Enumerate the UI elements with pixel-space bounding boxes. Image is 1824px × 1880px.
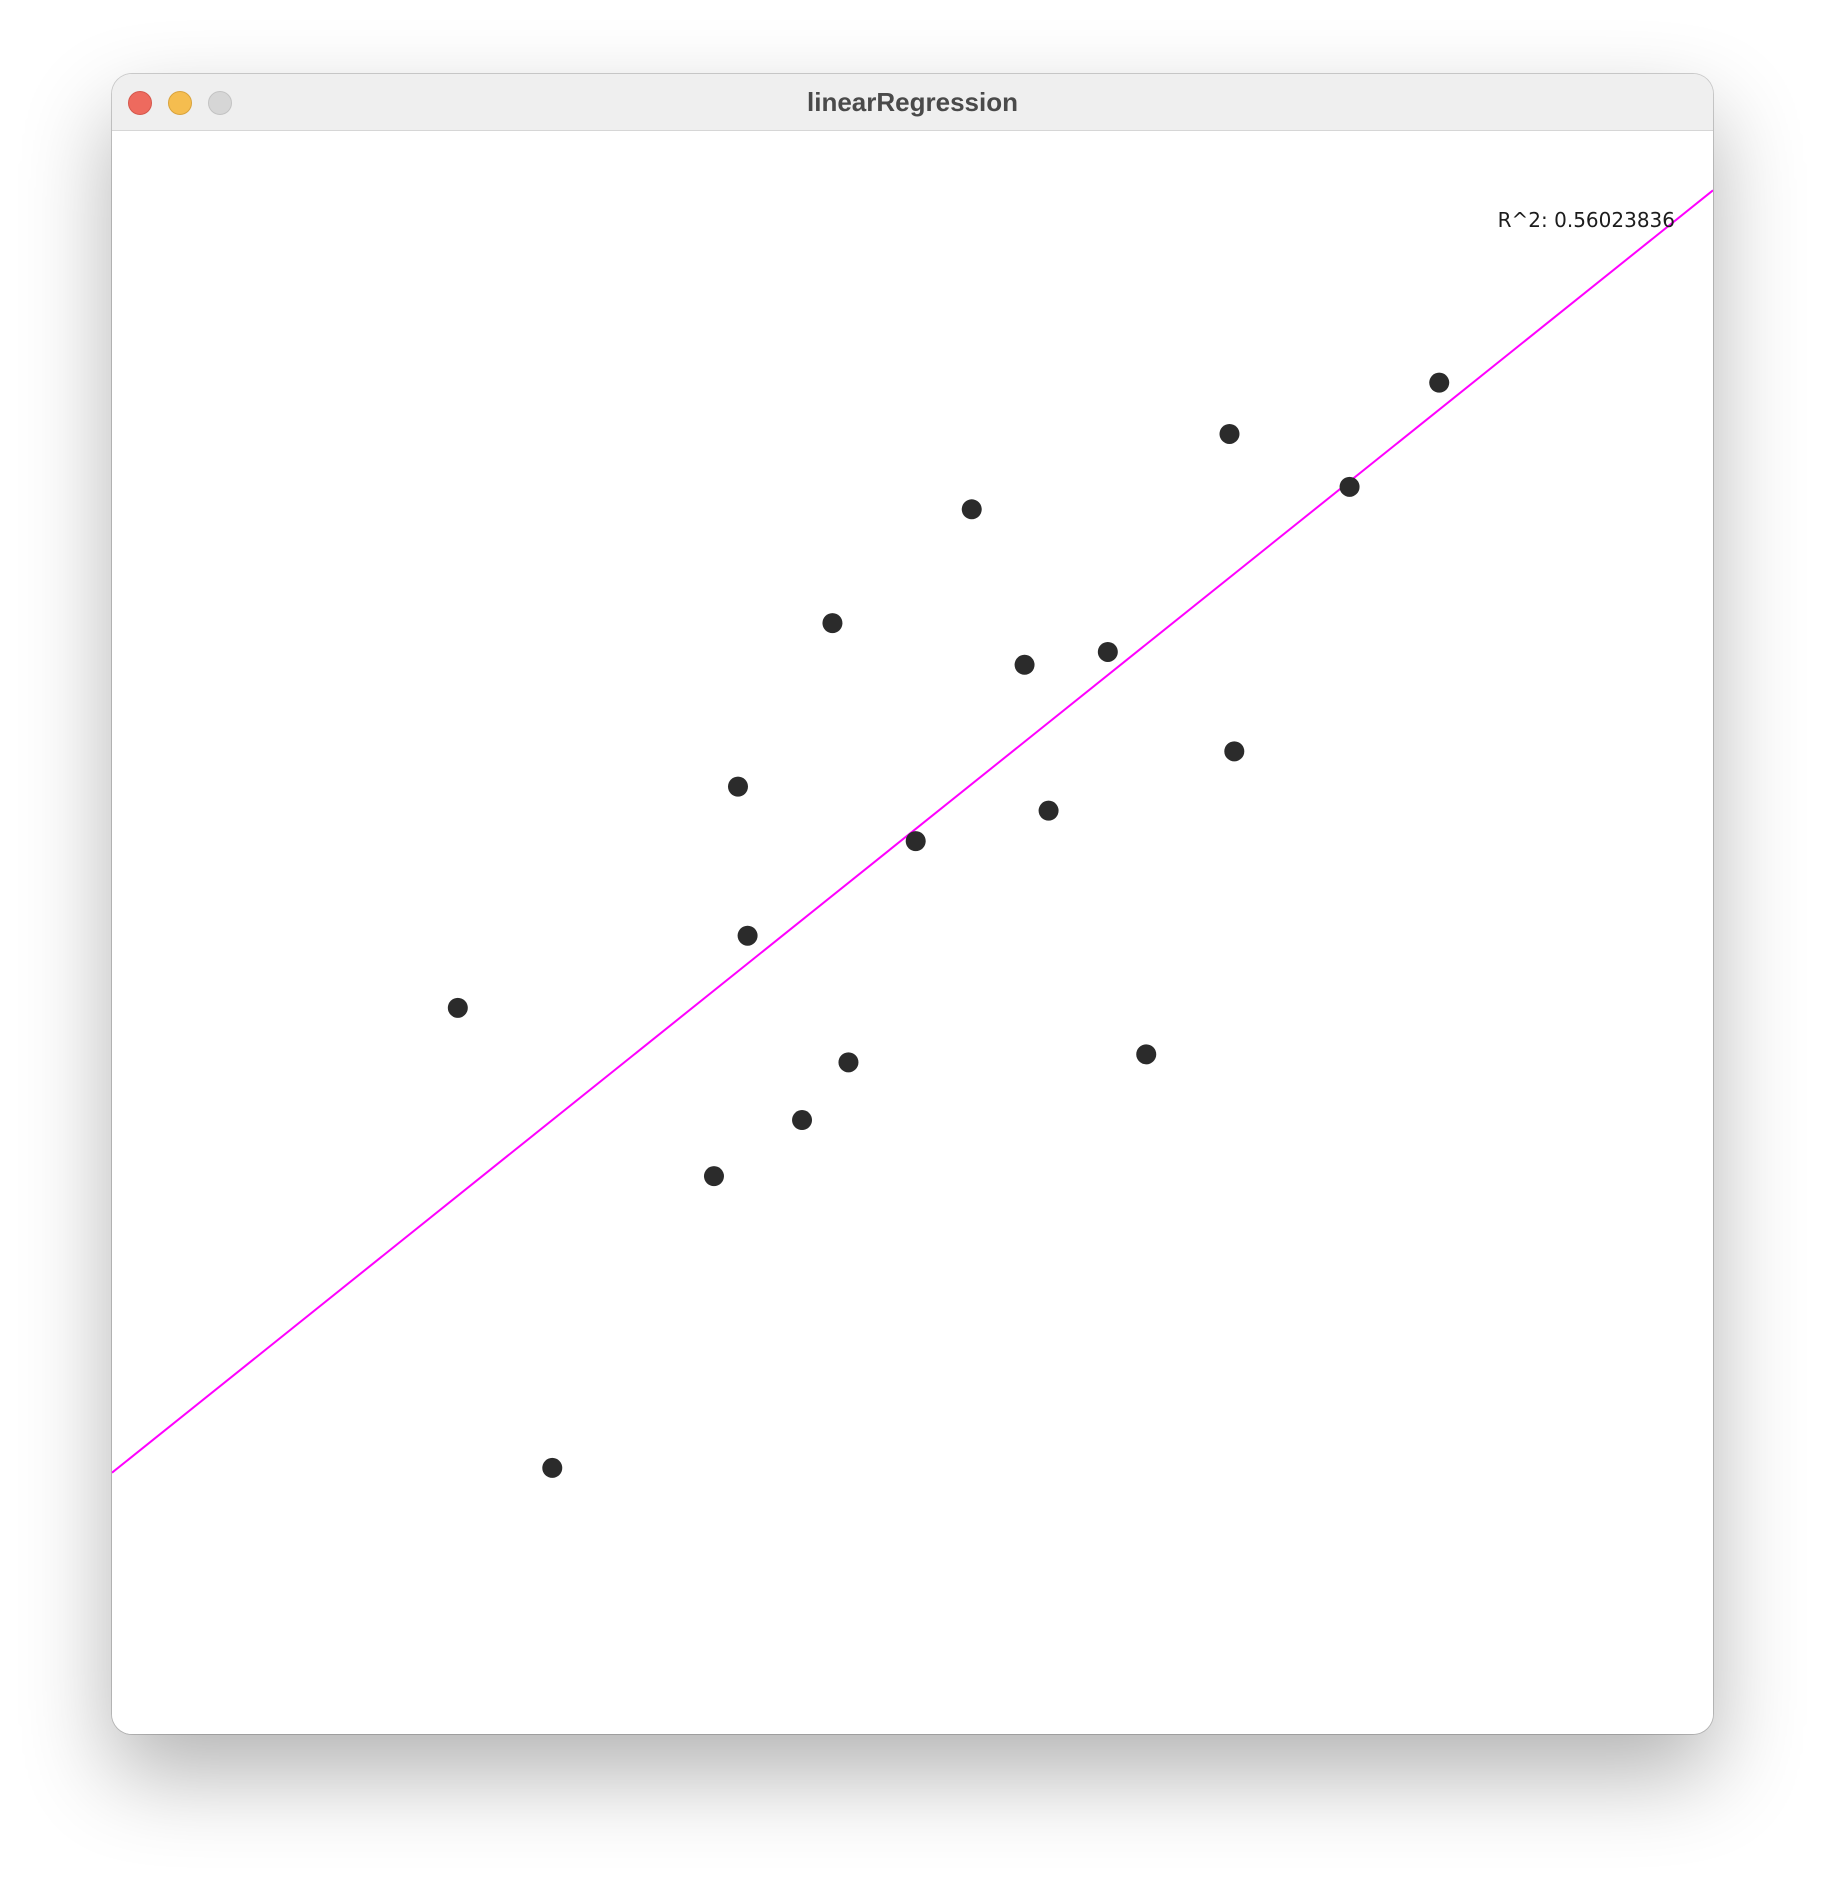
app-window: linearRegression R^2: 0.56023836 <box>112 74 1713 1734</box>
data-point-12 <box>1038 800 1059 821</box>
data-point-8 <box>838 1052 859 1073</box>
sketch-canvas: R^2: 0.56023836 <box>112 131 1713 1734</box>
data-point-11 <box>1014 654 1035 675</box>
data-point-10 <box>961 499 982 520</box>
data-point-16 <box>1224 741 1245 762</box>
data-point-9 <box>905 831 926 852</box>
window-title: linearRegression <box>807 87 1018 117</box>
data-point-13 <box>1097 641 1118 662</box>
data-point-7 <box>822 613 843 634</box>
data-point-18 <box>1429 372 1450 393</box>
data-point-6 <box>792 1110 813 1131</box>
regression-line <box>112 189 1713 1474</box>
data-point-1 <box>447 997 468 1018</box>
data-point-3 <box>703 1166 724 1187</box>
data-point-15 <box>1219 423 1240 444</box>
data-point-4 <box>727 776 748 797</box>
data-point-2 <box>542 1457 563 1478</box>
data-point-14 <box>1136 1044 1157 1065</box>
data-point-5 <box>737 925 758 946</box>
scatter-plot <box>112 189 1713 1478</box>
r-squared-label: R^2: 0.56023836 <box>1497 208 1675 232</box>
data-point-17 <box>1339 476 1360 497</box>
title-bar[interactable]: linearRegression <box>112 74 1713 131</box>
